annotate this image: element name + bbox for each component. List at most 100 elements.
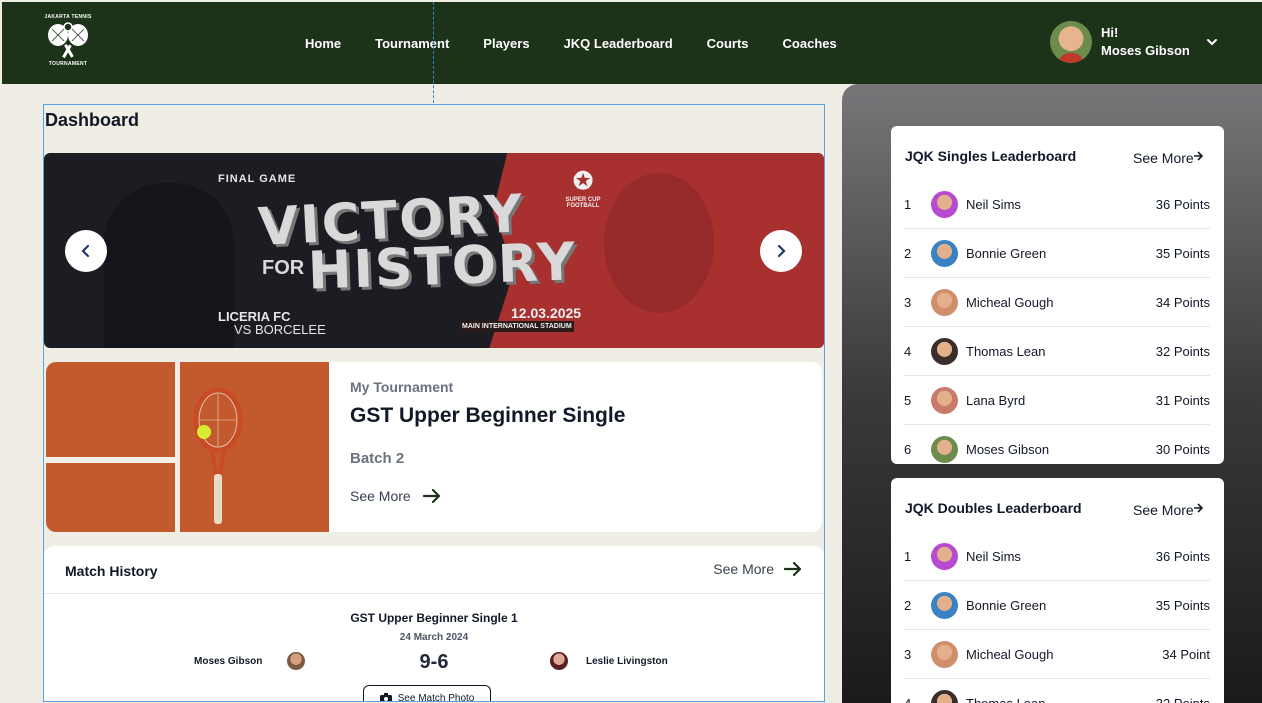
player-avatar (931, 640, 958, 668)
leaderboard-row[interactable]: 2 Bonnie Green 35 Points (904, 229, 1210, 278)
player-avatar (931, 591, 958, 619)
leaderboard-rank: 3 (904, 294, 912, 310)
leaderboard-row[interactable]: 3 Micheal Gough 34 Point (904, 630, 1210, 679)
player-avatar (931, 689, 958, 703)
guide-line (433, 2, 434, 103)
player-name: Bonnie Green (966, 597, 1047, 613)
match-score: 9-6 (419, 651, 449, 673)
tournament-image (46, 362, 329, 532)
nav-players[interactable]: Players (483, 36, 529, 51)
player-points: 31 Points (1155, 392, 1210, 408)
player-points: 34 Point (1162, 646, 1210, 662)
carousel-prev-button[interactable] (65, 230, 107, 272)
tournament-see-more-link[interactable]: See More (350, 488, 441, 504)
player-name: Neil Sims (966, 196, 1021, 212)
nav-courts[interactable]: Courts (707, 36, 749, 51)
singles-leaderboard-title: JQK Singles Leaderboard (905, 148, 1077, 164)
match-history-header: Match History See More (44, 546, 824, 594)
player-name: Lana Byrd (966, 392, 1026, 408)
player-points: 30 Points (1155, 441, 1210, 457)
leaderboard-rank: 6 (904, 441, 912, 457)
tournament-see-more-label: See More (350, 488, 411, 504)
carousel-next-button[interactable] (760, 230, 802, 272)
nav-jkq-leaderboard[interactable]: JKQ Leaderboard (564, 36, 673, 51)
player-points: 35 Points (1155, 597, 1210, 613)
banner-team-2: VS BORCELEE (234, 322, 326, 337)
arrow-right-icon[interactable] (1193, 150, 1203, 162)
banner-headline-2: HISTORY (307, 232, 578, 302)
see-match-photo-label: See Match Photo (397, 692, 475, 702)
user-greeting-block: Hi! Moses Gibson (1101, 24, 1190, 60)
leaderboard-row[interactable]: 6 Moses Gibson 30 Points (904, 425, 1210, 464)
court-line (175, 362, 180, 532)
singles-leaderboard-list: 1 Neil Sims 36 Points 2 Bonnie Green 35 Point… (904, 180, 1210, 464)
leaderboard-rank: 3 (904, 646, 912, 662)
match-name: GST Upper Beginner Single 1 (350, 611, 518, 625)
page-title: Dashboard (45, 110, 140, 130)
player-points: 35 Points (1155, 245, 1210, 261)
my-tournament-card[interactable]: My Tournament GST Upper Beginner Single … (46, 362, 822, 532)
leaderboard-rank: 4 (904, 343, 912, 359)
match-history-see-more-link[interactable]: See More (713, 561, 802, 577)
player-points: 36 Points (1155, 548, 1210, 564)
doubles-see-more-link[interactable]: See More (1133, 502, 1194, 518)
tennis-rackets-icon (48, 22, 88, 59)
singles-see-more-link[interactable]: See More (1133, 150, 1194, 166)
arrow-right-icon (784, 562, 802, 576)
court-line (46, 457, 177, 463)
chevron-right-icon (777, 244, 786, 258)
leaderboard-row[interactable]: 3 Micheal Gough 34 Points (904, 278, 1210, 327)
match-player-1: Moses Gibson (194, 656, 263, 667)
player-2-avatar (550, 652, 568, 670)
match-history-title: Match History (65, 563, 158, 579)
player-points: 34 Points (1155, 294, 1210, 310)
player-avatar (931, 239, 958, 267)
player-name: Micheal Gough (966, 294, 1054, 310)
player-points: 32 Points (1155, 343, 1210, 359)
logo-bottom-text: TOURNAMENT (48, 61, 88, 67)
user-menu[interactable]: Hi! Moses Gibson (1050, 21, 1219, 63)
leaderboard-row[interactable]: 2 Bonnie Green 35 Points (904, 581, 1210, 630)
chevron-down-icon[interactable] (1205, 35, 1219, 49)
banner-headline-for: FOR (262, 257, 305, 279)
banner-date: 12.03.2025 (511, 305, 582, 321)
leaderboard-row[interactable]: 1 Neil Sims 36 Points (904, 180, 1210, 229)
leaderboard-row[interactable]: 4 Thomas Lean 32 Points (904, 327, 1210, 376)
site-logo[interactable]: JAKARTA TENNIS TOURNAMENT (42, 14, 94, 74)
doubles-leaderboard-title: JQK Doubles Leaderboard (905, 500, 1082, 516)
banner-venue: MAIN INTERNATIONAL STADIUM (460, 321, 574, 332)
leaderboard-rank: 1 (904, 196, 912, 212)
arrow-right-icon[interactable] (1193, 502, 1203, 514)
tournament-title: GST Upper Beginner Single (350, 404, 626, 427)
player-name: Moses Gibson (966, 441, 1050, 457)
banner-cup-logo: ✪ SUPER CUP FOOTBALL (559, 167, 607, 209)
player-points: 32 Points (1155, 695, 1210, 703)
arrow-right-icon (422, 489, 440, 503)
nav-tournament[interactable]: Tournament (375, 36, 449, 51)
leaderboard-rank: 2 (904, 597, 912, 613)
tournament-batch: Batch 2 (350, 450, 405, 467)
banner-silhouette (104, 183, 234, 348)
promo-banner[interactable]: FINAL GAME VICTORY FOR HISTORY LICERIA F… (44, 153, 824, 348)
main-nav: Home Tournament Players JKQ Leaderboard … (288, 2, 854, 84)
user-avatar[interactable] (1050, 21, 1092, 63)
see-match-photo-button[interactable]: See Match Photo (363, 685, 491, 702)
tennis-racket-icon (193, 387, 243, 524)
leaderboard-row[interactable]: 1 Neil Sims 36 Points (904, 532, 1210, 581)
logo-top-text: JAKARTA TENNIS (44, 14, 92, 20)
user-greeting: Hi! (1101, 25, 1119, 40)
player-avatar (931, 386, 958, 414)
player-avatar (931, 288, 958, 316)
leaderboard-row[interactable]: 5 Lana Byrd 31 Points (904, 376, 1210, 425)
match-history-card: Match History See More GST Upper Beginne… (44, 546, 824, 702)
leaderboard-row[interactable]: 4 Thomas Lean 32 Points (904, 679, 1210, 703)
nav-home[interactable]: Home (305, 36, 341, 51)
player-avatar (931, 435, 958, 463)
chevron-left-icon (81, 244, 90, 258)
leaderboard-rank: 4 (904, 695, 912, 703)
leaderboard-rank: 2 (904, 245, 912, 261)
doubles-leaderboard-card: JQK Doubles Leaderboard See More 1 Neil S… (891, 478, 1224, 703)
nav-coaches[interactable]: Coaches (783, 36, 837, 51)
match-date: 24 March 2024 (399, 632, 469, 643)
player-1-avatar (287, 652, 305, 670)
